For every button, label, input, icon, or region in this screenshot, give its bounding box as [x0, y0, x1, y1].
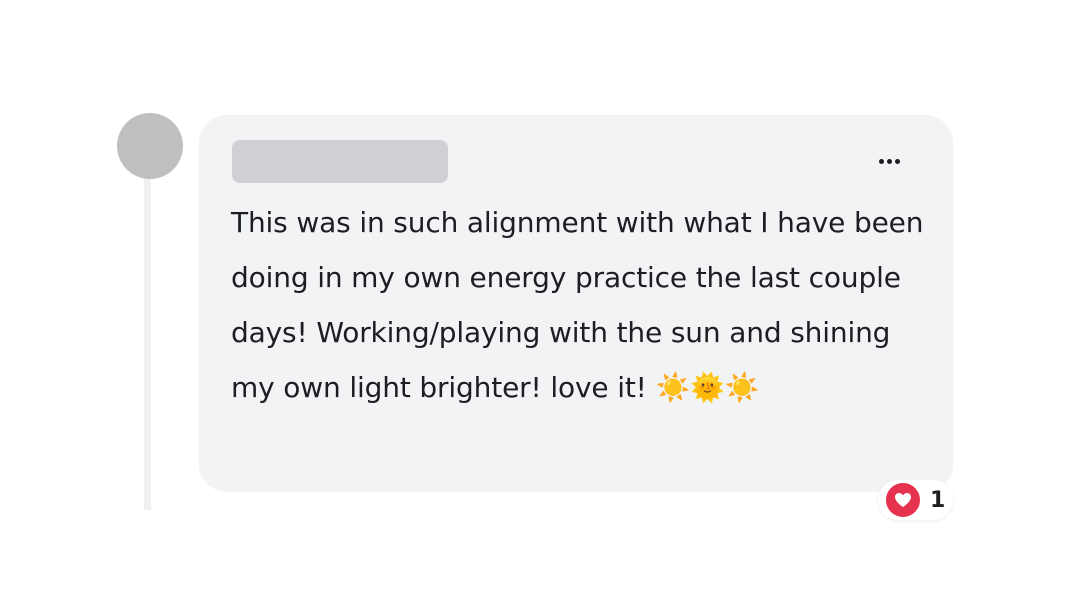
love-heart-icon — [884, 481, 922, 519]
comment-thread: This was in such alignment with what I h… — [0, 0, 1080, 607]
comment-bubble: This was in such alignment with what I h… — [199, 115, 953, 492]
reaction-count: 1 — [930, 487, 946, 513]
reaction-summary[interactable]: 1 — [878, 480, 954, 520]
thread-connector-line — [144, 170, 151, 510]
avatar[interactable] — [117, 113, 183, 179]
more-options-icon — [878, 158, 884, 164]
comment-text: This was in such alignment with what I h… — [231, 206, 924, 404]
author-name-placeholder[interactable] — [232, 140, 448, 183]
more-options-button[interactable] — [869, 143, 909, 179]
